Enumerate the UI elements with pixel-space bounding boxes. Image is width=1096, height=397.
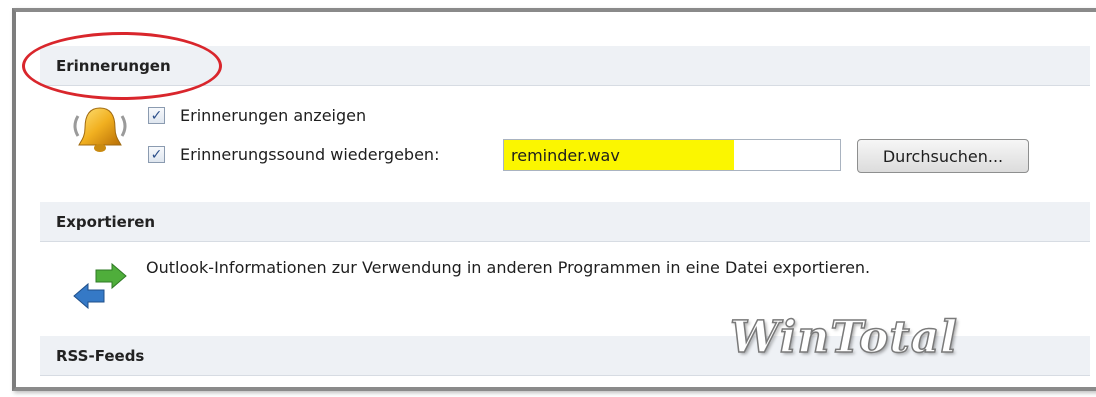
sound-file-value: reminder.wav	[511, 145, 620, 165]
section-title-rss: RSS-Feeds	[56, 346, 145, 365]
show-reminders-label: Erinnerungen anzeigen	[180, 106, 367, 125]
section-title-export: Exportieren	[56, 212, 156, 231]
section-header-reminders: Erinnerungen	[40, 46, 1090, 86]
checkmark-icon: ✓	[150, 146, 163, 163]
alarm-bell-icon	[73, 107, 127, 152]
export-description: Outlook-Informationen zur Verwendung in …	[146, 258, 871, 277]
play-sound-label: Erinnerungssound wiedergeben:	[180, 145, 440, 164]
section-header-rss: RSS-Feeds	[40, 336, 1090, 376]
section-title-reminders: Erinnerungen	[56, 56, 171, 75]
browse-button[interactable]: Durchsuchen...	[857, 139, 1029, 173]
checkmark-icon: ✓	[150, 107, 163, 124]
section-header-export: Exportieren	[40, 202, 1090, 242]
play-sound-checkbox[interactable]: ✓	[148, 146, 165, 163]
import-export-arrows-icon	[73, 262, 127, 310]
sound-file-input[interactable]: reminder.wav	[503, 139, 841, 171]
show-reminders-checkbox[interactable]: ✓	[148, 107, 165, 124]
